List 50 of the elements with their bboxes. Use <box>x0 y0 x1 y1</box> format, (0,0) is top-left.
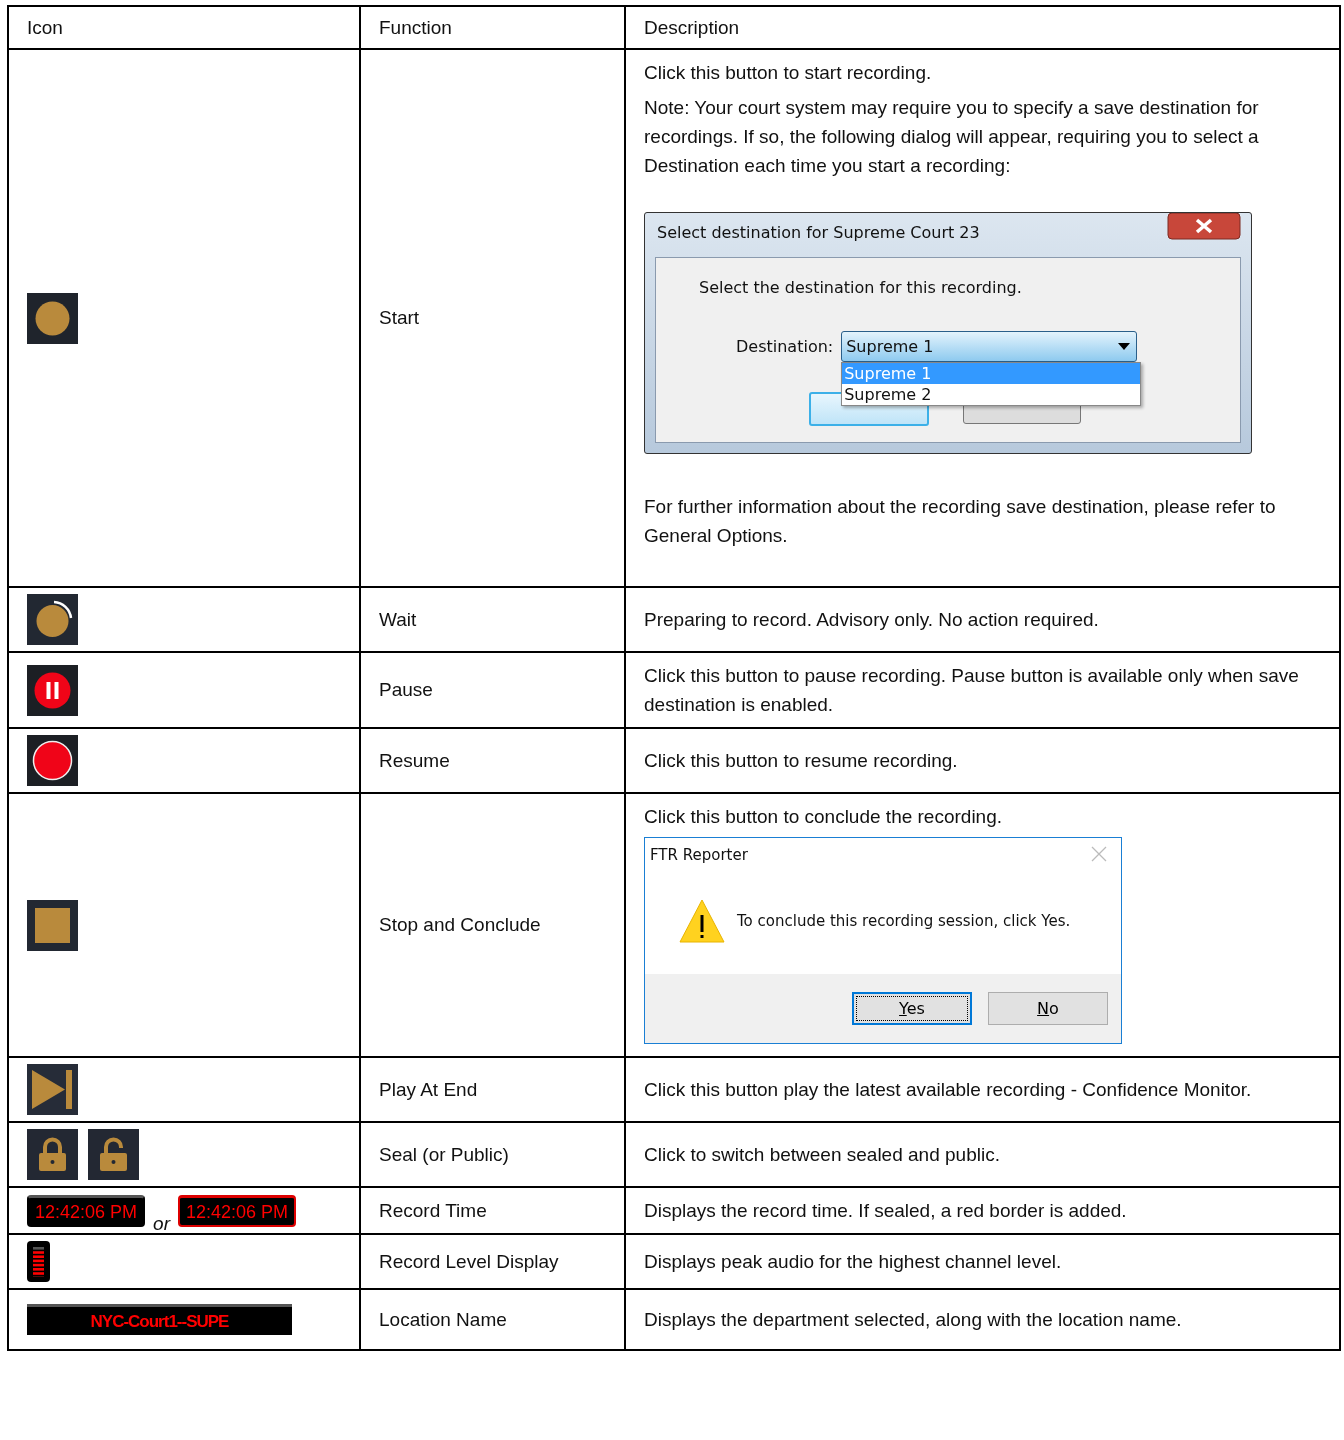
wait-spinner-icon <box>27 594 78 645</box>
resume-button-icon[interactable] <box>27 735 78 786</box>
description-text: Click this button to conclude the recording. <box>644 805 1004 829</box>
pause-button-icon[interactable] <box>27 664 78 716</box>
column-header: Description <box>625 6 1340 49</box>
description-text: Displays peak audio for the highest channel level. <box>644 1250 1063 1274</box>
or-text: or <box>153 1212 170 1235</box>
function-name: Stop and Conclude <box>360 793 625 1057</box>
function-name: Location Name <box>360 1289 625 1350</box>
function-name: Seal (or Public) <box>360 1122 625 1187</box>
record-button-icon[interactable] <box>27 292 78 344</box>
function-name: Play At End <box>360 1057 625 1122</box>
function-name: Start <box>360 49 625 587</box>
description-text: Note: Your court system may require you to specify a save destination for recordings. If so, the following dialog will appear, requiring you to select a Destination each time you start a recording: <box>644 96 1260 178</box>
column-header: Function <box>360 6 625 49</box>
dialog-prompt: Select the destination for this recording. <box>699 278 1023 297</box>
function-name: Pause <box>360 652 625 728</box>
function-name: Wait <box>360 587 625 652</box>
description-text: Click this button to start recording. <box>644 61 933 85</box>
dialog-message: To conclude this recording session, click Yes. <box>737 912 1071 930</box>
record-time-display: 12:42:06 PM <box>27 1194 146 1227</box>
locked-padlock-icon[interactable] <box>27 1129 78 1180</box>
function-name: Record Level Display <box>360 1234 625 1289</box>
description-text: Click this button play the latest available recording - Confidence Monitor. <box>644 1078 1253 1102</box>
description-text: Displays the record time. If sealed, a red border is added. <box>644 1199 1128 1223</box>
dropdown-option[interactable]: Supreme 2 <box>842 384 1141 405</box>
level-meter-icon <box>27 1241 50 1282</box>
description-text: Displays the department selected, along with the location name. <box>644 1308 1183 1332</box>
stop-button-icon[interactable] <box>27 899 78 951</box>
dialog-button[interactable]: No <box>988 992 1108 1025</box>
unlocked-padlock-icon[interactable] <box>88 1129 139 1180</box>
caret-icon <box>1118 343 1131 350</box>
function-name: Record Time <box>360 1187 625 1234</box>
description-text: Click this button to resume recording. <box>644 749 959 773</box>
skip-to-end-icon[interactable] <box>27 1064 78 1115</box>
field-label: Destination: <box>736 337 834 356</box>
close-button[interactable] <box>1167 213 1241 241</box>
column-header: Icon <box>8 6 360 49</box>
warning-icon <box>679 898 725 944</box>
dialog-button[interactable]: Yes <box>852 992 972 1025</box>
location-name-display: NYC-Court1--SUPE <box>27 1304 292 1335</box>
dialog-title: Select destination for Supreme Court 23 <box>656 222 981 244</box>
description-text: Preparing to record. Advisory only. No action required. <box>644 608 1100 632</box>
description-text: Click this button to pause recording. Pause button is available only when save destination is enabled. <box>644 664 1300 717</box>
function-name: Resume <box>360 728 625 793</box>
destination-dropdown[interactable]: Supreme 1 <box>841 331 1138 362</box>
dialog-title: FTR Reporter <box>650 846 748 866</box>
record-time-display: 12:42:06 PM <box>178 1194 297 1227</box>
description-text: For further information about the recording save destination, please refer to General Options. <box>644 495 1277 548</box>
description-text: Click to switch between sealed and public. <box>644 1143 1001 1167</box>
